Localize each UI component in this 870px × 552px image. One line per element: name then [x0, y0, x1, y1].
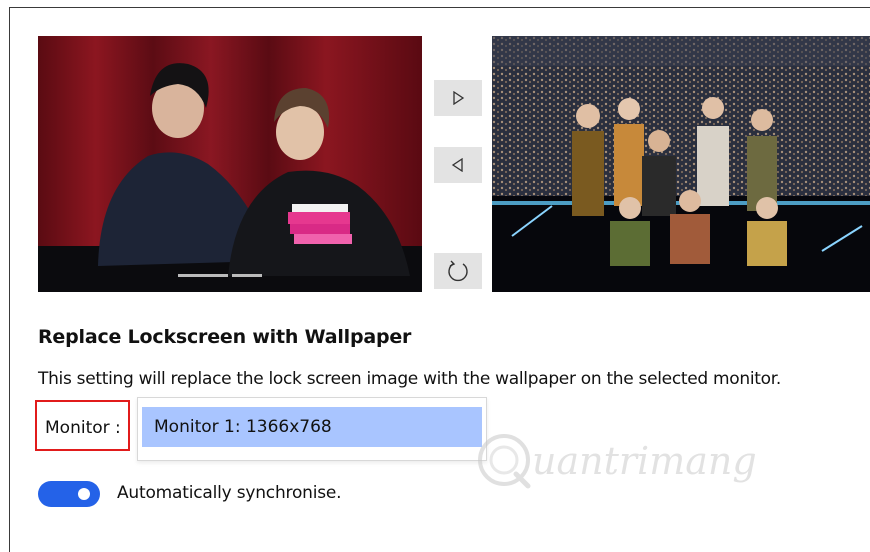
wallpaper-image-right[interactable] — [492, 36, 870, 292]
monitor-dropdown[interactable]: Monitor 1: 1366x768 — [137, 397, 487, 461]
refresh-wallpaper-button[interactable] — [434, 253, 482, 289]
toggle-knob — [78, 488, 90, 500]
refresh-icon — [448, 260, 468, 282]
play-right-icon — [453, 91, 465, 105]
wallpaper-photo-right — [492, 36, 870, 292]
section-title: Replace Lockscreen with Wallpaper — [38, 326, 412, 348]
wallpaper-image-left[interactable] — [38, 36, 422, 292]
monitor-label: Monitor : — [45, 418, 121, 438]
section-description: This setting will replace the lock scree… — [38, 369, 781, 389]
wallpaper-photo-left — [38, 36, 422, 292]
next-wallpaper-button[interactable] — [434, 80, 482, 116]
sync-toggle[interactable] — [38, 481, 100, 507]
sync-toggle-label: Automatically synchronise. — [117, 483, 342, 503]
monitor-option-selected[interactable]: Monitor 1: 1366x768 — [142, 407, 482, 447]
previous-wallpaper-button[interactable] — [434, 147, 482, 183]
play-left-icon — [451, 158, 463, 172]
